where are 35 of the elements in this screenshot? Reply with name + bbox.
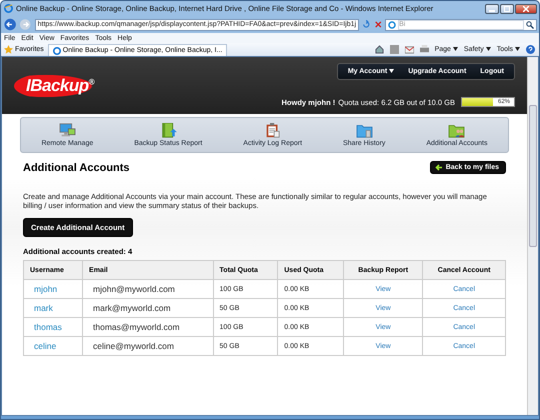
- star-icon: [4, 45, 13, 54]
- clipboard-icon: [264, 123, 282, 138]
- caret-icon: [452, 47, 458, 52]
- browser-logo-icon: [4, 4, 13, 13]
- username-link[interactable]: celine: [24, 336, 83, 356]
- email-cell: celine@myworld.com: [82, 336, 214, 356]
- book-icon: [160, 123, 177, 138]
- printer-icon[interactable]: [420, 45, 429, 54]
- email-cell: mark@myworld.com: [82, 298, 214, 318]
- caret-icon: [486, 47, 491, 52]
- scrollbar[interactable]: [527, 57, 538, 415]
- maximize-icon: [504, 6, 510, 12]
- mail-icon[interactable]: [404, 45, 414, 54]
- minimize-button[interactable]: [485, 4, 499, 14]
- caret-icon: [515, 47, 520, 52]
- monitor-icon: [58, 123, 76, 138]
- username-link[interactable]: mark: [24, 298, 83, 318]
- help-icon[interactable]: [526, 45, 535, 54]
- back-icon[interactable]: [4, 18, 16, 31]
- username-link[interactable]: mjohn: [24, 280, 83, 298]
- folder-icon: [356, 123, 373, 138]
- arrow-left-icon: [434, 164, 443, 171]
- page-title: Additional Accounts: [23, 162, 130, 174]
- search-engine-icon: [388, 20, 396, 28]
- stop-icon[interactable]: [374, 20, 382, 29]
- search-icon[interactable]: [526, 20, 534, 28]
- home-icon[interactable]: [374, 45, 384, 54]
- username-link[interactable]: thomas: [24, 318, 83, 336]
- browser-logo-icon: [52, 46, 61, 54]
- email-cell: thomas@myworld.com: [82, 318, 214, 336]
- close-icon: [523, 6, 529, 12]
- folder-people-icon: [448, 123, 466, 138]
- close-button[interactable]: [515, 4, 537, 14]
- maximize-button[interactable]: [500, 4, 514, 14]
- email-cell: mjohn@myworld.com: [82, 280, 214, 298]
